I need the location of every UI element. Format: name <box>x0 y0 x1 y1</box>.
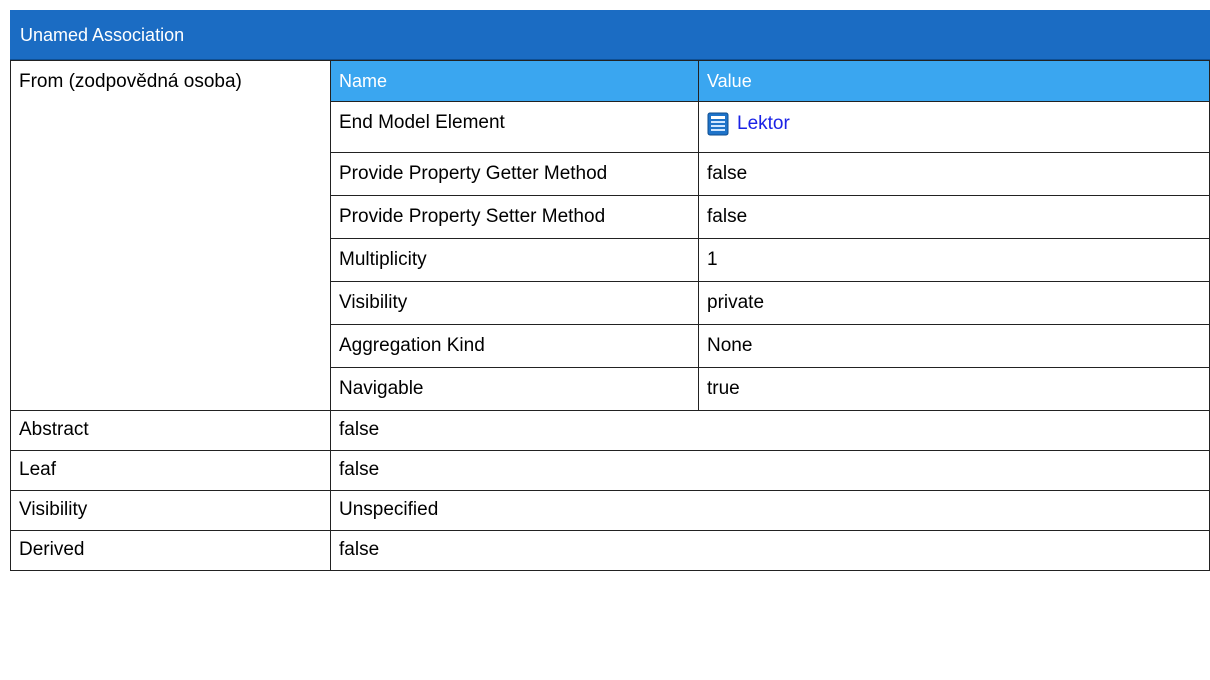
column-header-name: Name <box>331 61 699 102</box>
panel-title: Unamed Association <box>10 10 1210 60</box>
row-name: Multiplicity <box>331 238 699 282</box>
row-value: false <box>698 152 1209 196</box>
property-label: Visibility <box>10 490 331 531</box>
row-value: Lektor <box>698 101 1209 153</box>
property-label: Leaf <box>10 450 331 491</box>
table-row: Navigable true <box>331 367 1209 410</box>
row-name: Provide Property Setter Method <box>331 195 699 239</box>
property-value: false <box>330 410 1210 451</box>
row-name: Visibility <box>331 281 699 325</box>
row-name: End Model Element <box>331 101 699 153</box>
row-name: Provide Property Getter Method <box>331 152 699 196</box>
row-value: false <box>698 195 1209 239</box>
row-name: Aggregation Kind <box>331 324 699 368</box>
table-row: Multiplicity 1 <box>331 238 1209 282</box>
row-value: None <box>698 324 1209 368</box>
association-panel: Unamed Association From (zodpovědná osob… <box>10 10 1210 680</box>
row-value: true <box>698 367 1209 410</box>
end-model-element-value[interactable]: Lektor <box>737 113 790 135</box>
column-header-value: Value <box>698 61 1209 102</box>
property-label: Abstract <box>10 410 331 451</box>
table-row: Visibility private <box>331 281 1209 325</box>
table-row: Provide Property Getter Method false <box>331 152 1209 196</box>
property-row-visibility: Visibility Unspecified <box>10 490 1210 531</box>
class-document-icon <box>707 112 729 136</box>
row-value: private <box>698 281 1209 325</box>
property-row-leaf: Leaf false <box>10 450 1210 491</box>
from-value-cell: Name Value End Model Element Lektor Prov… <box>330 60 1210 411</box>
row-value: 1 <box>698 238 1209 282</box>
table-row: End Model Element Lektor <box>331 101 1209 153</box>
row-name: Navigable <box>331 367 699 410</box>
end-properties-table: Name Value End Model Element Lektor Prov… <box>331 61 1209 410</box>
from-row: From (zodpovědná osoba) Name Value End M… <box>10 60 1210 411</box>
property-value: Unspecified <box>330 490 1210 531</box>
table-row: Aggregation Kind None <box>331 324 1209 368</box>
end-model-element-link[interactable]: Lektor <box>707 112 790 136</box>
from-label: From (zodpovědná osoba) <box>10 60 331 411</box>
property-row-abstract: Abstract false <box>10 410 1210 451</box>
association-properties-table: From (zodpovědná osoba) Name Value End M… <box>10 60 1210 571</box>
property-value: false <box>330 530 1210 571</box>
table-row: Provide Property Setter Method false <box>331 195 1209 239</box>
property-row-derived: Derived false <box>10 530 1210 571</box>
property-value: false <box>330 450 1210 491</box>
property-label: Derived <box>10 530 331 571</box>
